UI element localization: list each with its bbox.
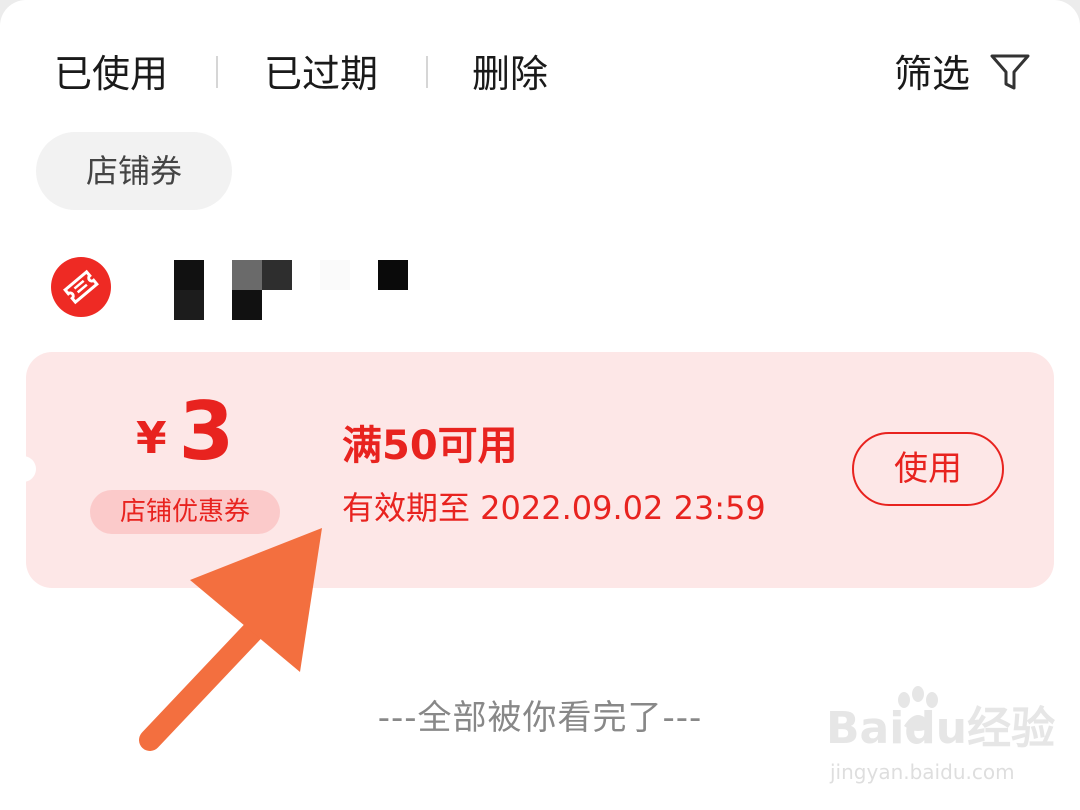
tab-bar: 已使用 已过期 删除 筛选 bbox=[0, 42, 1080, 106]
filter-funnel-icon[interactable] bbox=[988, 50, 1032, 94]
watermark-brand: Baidu经验 bbox=[826, 703, 1056, 754]
filter-button[interactable]: 筛选 bbox=[894, 52, 970, 96]
tab-divider bbox=[426, 56, 428, 88]
coupon-condition: 满50可用 bbox=[342, 423, 518, 469]
amount-value: 3 bbox=[178, 385, 235, 478]
coupon-ticket-icon bbox=[51, 257, 111, 317]
tab-divider bbox=[216, 56, 218, 88]
coupon-amount: ¥3 bbox=[136, 388, 336, 476]
store-name-obscured bbox=[174, 260, 414, 320]
tab-expired[interactable]: 已过期 bbox=[264, 52, 378, 96]
coupon-validity: 有效期至 2022.09.02 23:59 bbox=[342, 489, 766, 527]
coupon-list-panel: 已使用 已过期 删除 筛选 店铺券 ¥ 3 店铺优惠券 满50可用 有效期至 2… bbox=[0, 0, 1080, 810]
use-coupon-button[interactable]: 使用 bbox=[852, 432, 1004, 506]
coupon-type-badge: 店铺优惠券 bbox=[90, 490, 280, 534]
coupon-notch bbox=[18, 456, 36, 482]
coupon-card: ¥3 店铺优惠券 满50可用 有效期至 2022.09.02 23:59 使用 bbox=[18, 352, 1054, 588]
delete-button[interactable]: 删除 bbox=[472, 52, 548, 96]
currency-symbol: ¥ bbox=[136, 413, 167, 464]
watermark-site: jingyan.baidu.com bbox=[830, 760, 1015, 784]
store-coupon-chip[interactable]: 店铺券 bbox=[36, 132, 232, 210]
baidu-jingyan-watermark: Baidu经验 jingyan.baidu.com bbox=[826, 686, 1055, 796]
tab-used[interactable]: 已使用 bbox=[54, 52, 168, 96]
store-row[interactable] bbox=[0, 250, 1080, 330]
